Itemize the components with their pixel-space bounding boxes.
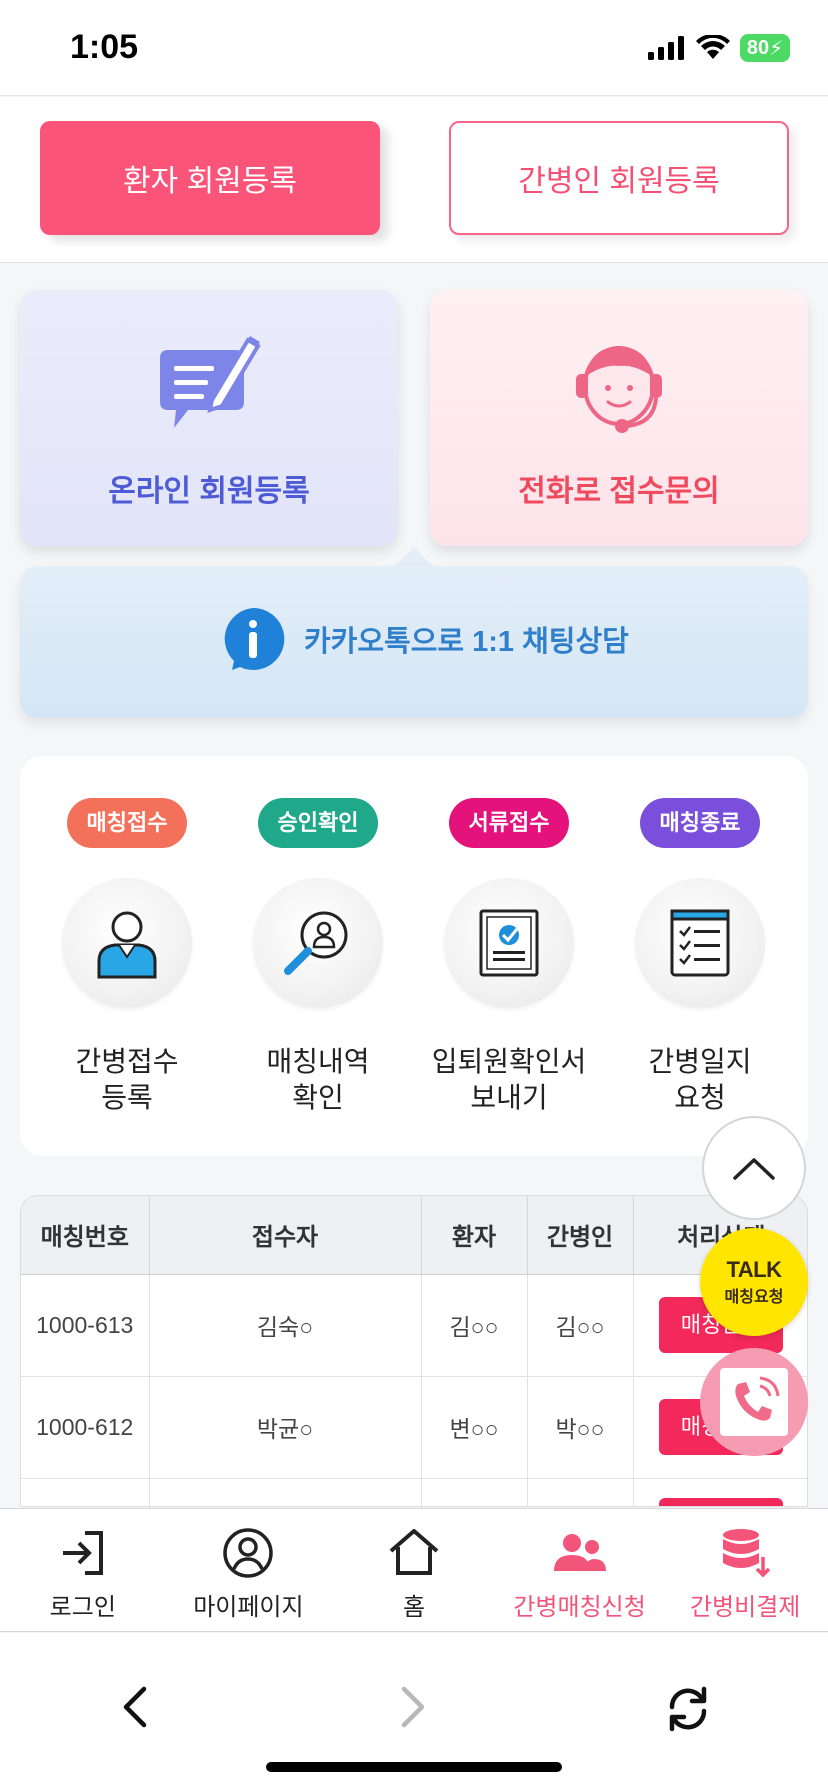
nav-login[interactable]: 로그인 xyxy=(0,1509,166,1631)
nav-payment[interactable]: 간병비결제 xyxy=(662,1509,828,1631)
online-register-card[interactable]: 온라인 회원등록 xyxy=(20,290,398,546)
battery-icon: 80 ⚡ xyxy=(740,34,790,62)
cell-id xyxy=(21,1478,150,1506)
caregiver-register-button[interactable]: 간병인 회원등록 xyxy=(449,121,789,235)
user-icon xyxy=(223,1528,274,1578)
step-badge: 승인확인 xyxy=(258,798,378,848)
process-steps: 매칭접수 간병접수 등록 승인확인 매칭내역 확인 서류접수 입퇴원확인서 보내… xyxy=(20,756,808,1156)
phone-inquiry-card[interactable]: 전화로 접수문의 xyxy=(430,290,808,546)
register-area: 환자 회원등록 간병인 회원등록 xyxy=(0,97,828,263)
home-icon xyxy=(389,1529,439,1575)
nav-matching-request[interactable]: 간병매칭신청 xyxy=(497,1509,663,1631)
matching-table: 매칭번호 접수자 환자 간병인 처리상태 1000-613 김숙○ 김○○ 김○… xyxy=(20,1195,808,1507)
login-icon xyxy=(62,1531,103,1575)
cell-receiver: 김숙○ xyxy=(149,1274,422,1377)
step-badge: 매칭종료 xyxy=(640,798,760,848)
certificate-icon xyxy=(479,909,539,977)
kakao-talk-request-button[interactable]: TALK 매칭요청 xyxy=(700,1228,808,1336)
kakao-chat-label: 카카오톡으로 1:1 채팅상담 xyxy=(304,626,629,658)
headset-operator-icon xyxy=(576,346,662,433)
cell-status xyxy=(633,1478,807,1506)
scroll-top-button[interactable] xyxy=(702,1116,806,1220)
cell-caregiver: 김○○ xyxy=(527,1274,634,1377)
person-icon xyxy=(97,911,157,979)
status-time: 1:05 xyxy=(70,28,139,66)
step-1[interactable]: 매칭접수 간병접수 등록 xyxy=(37,798,217,1116)
status-icons: 80 ⚡ xyxy=(648,34,790,62)
cell-patient xyxy=(421,1478,528,1506)
step-label: 간병일지 요청 xyxy=(648,1046,752,1113)
step-3[interactable]: 서류접수 입퇴원확인서 보내기 xyxy=(419,798,599,1116)
signal-icon xyxy=(648,36,684,60)
chat-pen-icon xyxy=(160,336,261,428)
col-header: 환자 xyxy=(421,1196,528,1275)
talk-title: TALK xyxy=(726,1257,782,1282)
wifi-icon xyxy=(696,35,730,59)
cell-caregiver: 박○○ xyxy=(527,1376,634,1479)
cell-patient: 김○○ xyxy=(421,1274,528,1377)
step-circle xyxy=(253,878,383,1008)
phone-inquiry-label: 전화로 접수문의 xyxy=(518,475,720,508)
nav-home[interactable]: 홈 xyxy=(331,1509,497,1631)
kakao-chat-button[interactable]: 카카오톡으로 1:1 채팅상담 xyxy=(20,566,808,718)
table-header-row: 매칭번호 접수자 환자 간병인 처리상태 xyxy=(21,1196,807,1275)
step-badge: 매칭접수 xyxy=(67,798,187,848)
step-badge: 서류접수 xyxy=(449,798,569,848)
step-circle xyxy=(62,878,192,1008)
chevron-right-icon xyxy=(401,1686,425,1728)
chevron-left-icon xyxy=(123,1686,147,1728)
nav-label: 홈 xyxy=(402,1594,426,1621)
status-button[interactable] xyxy=(659,1498,784,1506)
col-header: 접수자 xyxy=(149,1196,422,1275)
phone-call-button[interactable] xyxy=(700,1348,808,1456)
step-circle xyxy=(635,878,765,1008)
status-bar: 1:05 80 ⚡ xyxy=(0,0,828,96)
kakao-notch xyxy=(394,547,434,567)
table-row[interactable] xyxy=(21,1478,807,1506)
battery-level: 80 xyxy=(746,36,770,59)
cell-caregiver xyxy=(527,1478,634,1506)
database-icon xyxy=(723,1529,771,1578)
cell-receiver: 박균○ xyxy=(149,1376,422,1479)
info-icon xyxy=(224,607,285,670)
step-circle xyxy=(444,878,574,1008)
people-icon xyxy=(553,1534,606,1571)
nav-mypage[interactable]: 마이페이지 xyxy=(166,1509,332,1631)
nav-label: 로그인 xyxy=(49,1594,116,1621)
table-row[interactable]: 1000-613 김숙○ 김○○ 김○○ 매칭완료 xyxy=(21,1274,807,1377)
search-person-icon xyxy=(284,911,348,975)
cell-receiver xyxy=(149,1478,422,1506)
cell-id: 1000-612 xyxy=(21,1376,150,1479)
online-register-label: 온라인 회원등록 xyxy=(108,475,310,508)
step-label: 매칭내역 확인 xyxy=(266,1046,370,1113)
nav-label: 간병비결제 xyxy=(689,1594,801,1621)
step-label: 간병접수 등록 xyxy=(75,1046,179,1113)
home-indicator xyxy=(266,1762,562,1772)
col-header: 간병인 xyxy=(527,1196,634,1275)
cell-id: 1000-613 xyxy=(21,1274,150,1377)
nav-label: 간병매칭신청 xyxy=(513,1594,646,1621)
reload-button[interactable] xyxy=(664,1685,712,1738)
phone-icon xyxy=(720,1368,788,1436)
forward-button[interactable] xyxy=(398,1685,428,1734)
back-button[interactable] xyxy=(120,1685,150,1734)
step-2[interactable]: 승인확인 매칭내역 확인 xyxy=(228,798,408,1116)
patient-register-button[interactable]: 환자 회원등록 xyxy=(40,121,380,235)
kakao-inner: 카카오톡으로 1:1 채팅상담 xyxy=(220,606,629,672)
step-label: 입퇴원확인서 보내기 xyxy=(431,1046,587,1113)
checklist-icon xyxy=(670,909,730,977)
nav-label: 마이페이지 xyxy=(193,1594,304,1621)
col-header: 매칭번호 xyxy=(21,1196,150,1275)
table-row[interactable]: 1000-612 박균○ 변○○ 박○○ 매칭완료 xyxy=(21,1376,807,1479)
cell-patient: 변○○ xyxy=(421,1376,528,1479)
reload-icon xyxy=(669,1686,707,1732)
step-4[interactable]: 매칭종료 간병일지 요청 xyxy=(610,798,790,1116)
chevron-up-icon xyxy=(733,1158,775,1180)
talk-subtitle: 매칭요청 xyxy=(724,1289,784,1306)
bottom-nav: 로그인 마이페이지 홈 간병매칭신청 간병비결제 xyxy=(0,1508,828,1632)
